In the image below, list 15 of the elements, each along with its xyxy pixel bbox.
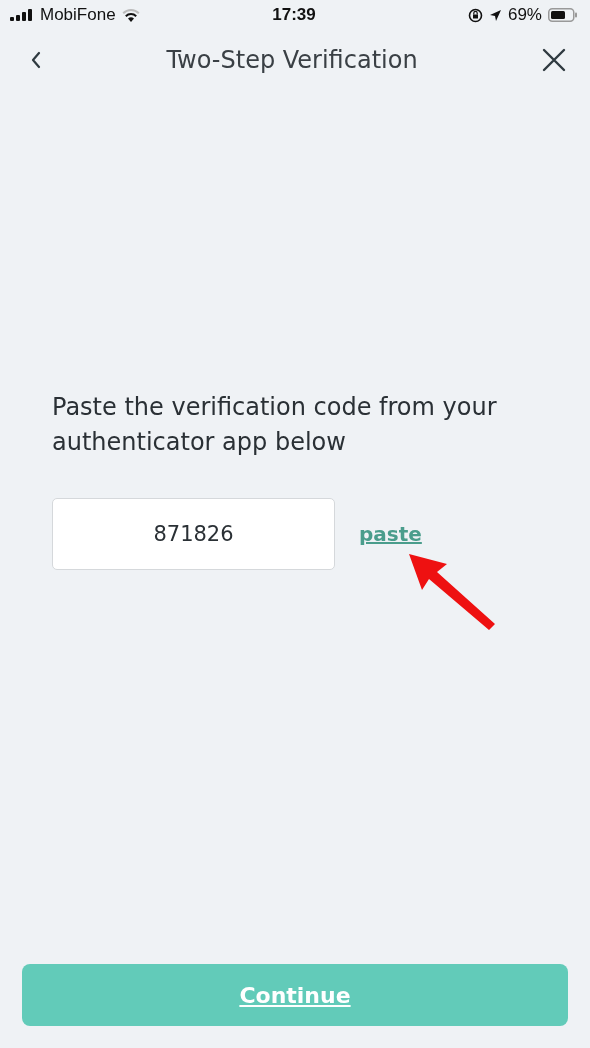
close-icon [542,48,566,72]
battery-percent: 69% [507,5,542,25]
signal-icon [10,9,34,21]
screen-title: Two-Step Verification [166,46,418,74]
chevron-left-icon [30,50,42,70]
location-arrow-icon [488,8,502,22]
carrier-name: MobiFone [40,5,116,25]
battery-icon [548,8,578,22]
clock-time: 17:39 [272,5,316,25]
code-field[interactable]: 871826 [52,498,335,570]
instruction-text: Paste the verification code from your authenticator app below [52,392,498,458]
continue-button[interactable]: Continue [22,964,568,1026]
paste-link[interactable]: paste [359,522,422,546]
wifi-icon [121,8,140,22]
rotation-lock-icon [467,7,483,23]
